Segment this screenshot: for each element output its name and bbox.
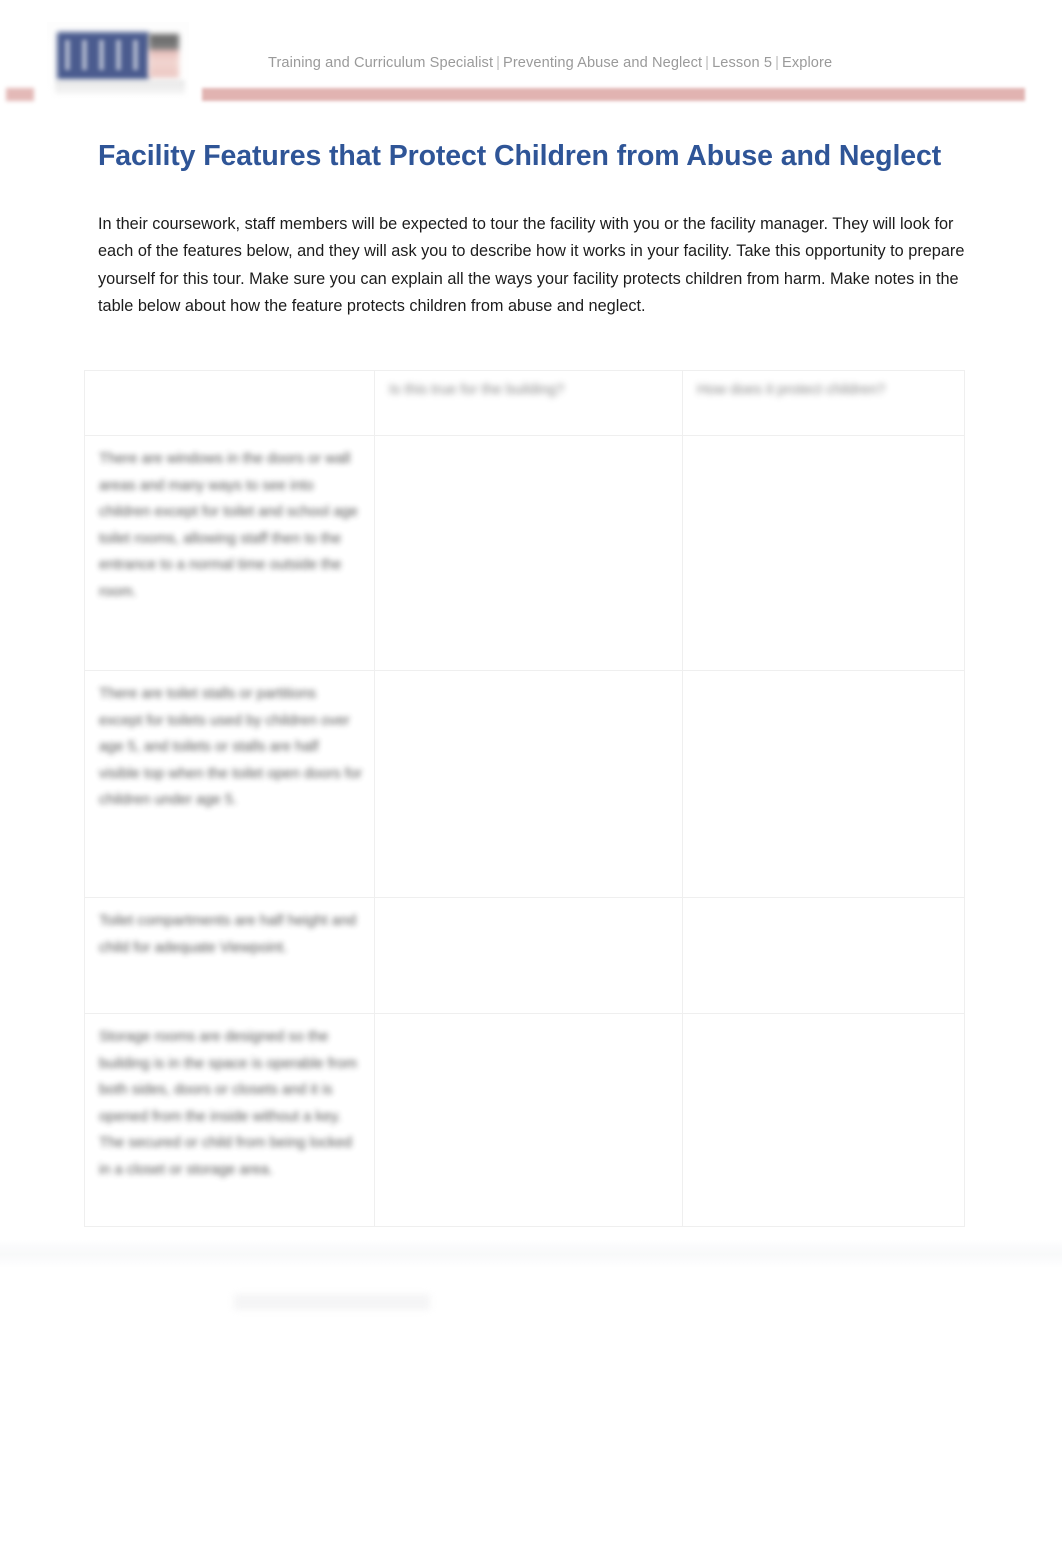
cell-protects[interactable] (682, 897, 965, 1014)
header-accent-bar-stub (6, 88, 34, 101)
table-row: Toilet compartments are half height and … (84, 897, 965, 1014)
cell-feature: There are toilet stalls or partitions ex… (84, 670, 375, 898)
document-page: Training and Curriculum Specialist | Preve… (0, 0, 1062, 1243)
page-title: Facility Features that Protect Children … (98, 140, 942, 172)
breadcrumb-separator: | (775, 55, 779, 71)
logo-baseline-shape (55, 80, 185, 94)
page-footer (0, 1268, 1062, 1556)
cell-is-true[interactable] (374, 897, 683, 1014)
logo-flag-icon (149, 34, 179, 78)
table-row: There are toilet stalls or partitions ex… (84, 670, 965, 898)
breadcrumb-item-lesson[interactable]: Lesson 5 (712, 55, 772, 71)
features-table-body: There are windows in the doors or wall a… (84, 435, 965, 1227)
breadcrumb-item-course[interactable]: Training and Curriculum Specialist (268, 55, 493, 71)
page-header: Training and Curriculum Specialist | Preve… (0, 0, 1062, 108)
table-row: There are windows in the doors or wall a… (84, 435, 965, 671)
column-header-feature (84, 370, 375, 436)
features-table-wrapper: Is this true for the building? How does … (84, 370, 965, 1227)
column-header-is-true: Is this true for the building? (374, 370, 683, 436)
cell-is-true[interactable] (374, 670, 683, 898)
features-table-head: Is this true for the building? How does … (84, 370, 965, 436)
cell-is-true[interactable] (374, 435, 683, 671)
cell-feature: Toilet compartments are half height and … (84, 897, 375, 1014)
breadcrumb: Training and Curriculum Specialist | Preve… (268, 55, 832, 71)
cell-protects[interactable] (682, 1013, 965, 1227)
cell-is-true[interactable] (374, 1013, 683, 1227)
breadcrumb-item-module[interactable]: Preventing Abuse and Neglect (503, 55, 702, 71)
table-row: Storage rooms are designed so the buildi… (84, 1013, 965, 1227)
cell-feature: There are windows in the doors or wall a… (84, 435, 375, 671)
organization-logo (47, 22, 189, 102)
cell-feature: Storage rooms are designed so the buildi… (84, 1013, 375, 1227)
logo-wordmark-shape (65, 40, 143, 70)
cell-protects[interactable] (682, 435, 965, 671)
page-separator (0, 1240, 1062, 1268)
table-header-row: Is this true for the building? How does … (84, 370, 965, 436)
header-accent-bar (202, 88, 1025, 101)
intro-paragraph: In their coursework, staff members will … (98, 215, 965, 316)
features-table: Is this true for the building? How does … (84, 370, 965, 1227)
cell-protects[interactable] (682, 670, 965, 898)
column-header-protects: How does it protect children? (682, 370, 965, 436)
breadcrumb-separator: | (705, 55, 710, 71)
breadcrumb-item-section[interactable]: Explore (782, 55, 832, 71)
breadcrumb-separator: | (496, 55, 501, 71)
page-content: Facility Features that Protect Children … (0, 108, 1062, 1227)
logo-graphic (51, 30, 185, 94)
footer-placeholder (234, 1294, 430, 1310)
